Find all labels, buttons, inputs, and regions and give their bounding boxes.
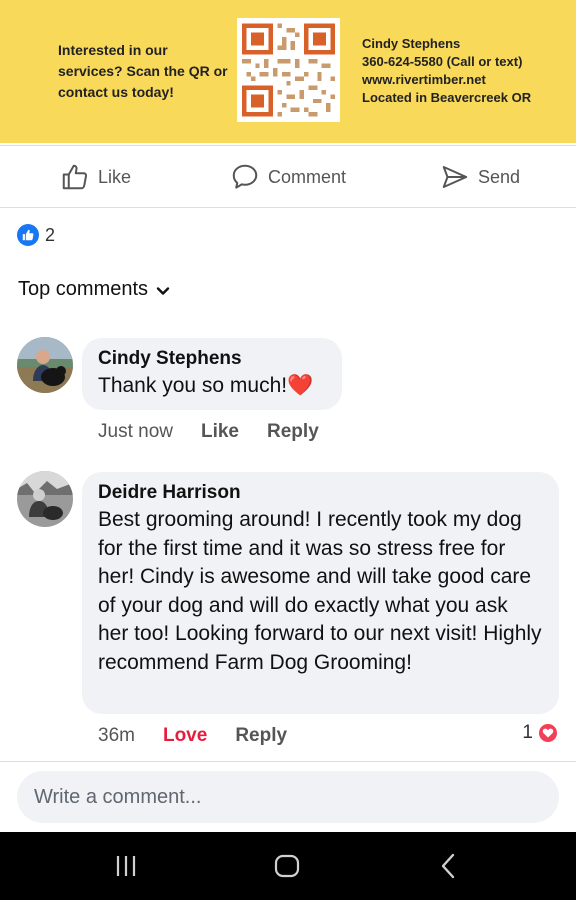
avatar[interactable] <box>17 337 73 393</box>
comment-reply-button[interactable]: Reply <box>267 421 319 443</box>
qr-code <box>237 18 340 122</box>
comment-text: Thank you so much!❤️ <box>98 374 314 397</box>
comment-sort-label: Top comments <box>18 278 149 300</box>
banner-contact-location: Located in Beavercreek OR <box>362 90 532 105</box>
banner-cta-text: Interested in our services? Scan the QR … <box>58 42 228 100</box>
banner-contact-website: www.rivertimber.net <box>362 72 486 87</box>
comment-meta: Just now Like Reply <box>98 421 319 443</box>
composer-divider <box>0 761 576 762</box>
comment-button[interactable]: Comment <box>230 146 346 208</box>
like-button[interactable]: Like <box>60 146 131 208</box>
heart-icon <box>537 722 559 744</box>
like-button-label: Like <box>98 166 132 187</box>
comment-meta: 36m Love Reply <box>98 725 287 747</box>
comment-icon <box>232 164 258 189</box>
comment-timestamp: Just now <box>98 421 173 442</box>
avatar[interactable] <box>17 471 73 527</box>
comment-like-button[interactable]: Like <box>201 421 239 443</box>
thumbs-up-icon <box>62 164 88 190</box>
nav-home-icon[interactable] <box>274 852 300 880</box>
comment-reaction-number: 1 <box>522 722 533 743</box>
comment-author[interactable]: Deidre Harrison <box>98 480 543 506</box>
comment-text: Best grooming around! I recently took my… <box>98 508 542 674</box>
comment-reply-button[interactable]: Reply <box>235 725 287 747</box>
post-action-bar: Like Comment Send <box>0 145 576 208</box>
banner-contact-name: Cindy Stephens <box>362 36 461 51</box>
nav-recents-icon[interactable] <box>114 852 138 880</box>
send-button-label: Send <box>478 166 521 187</box>
comment-bubble[interactable]: Cindy Stephens Thank you so much!❤️ <box>82 338 342 410</box>
nav-back-icon[interactable] <box>440 852 456 880</box>
banner-contact: Cindy Stephens 360-624-5580 (Call or tex… <box>362 35 562 107</box>
comment-input[interactable]: Write a comment... <box>17 771 559 823</box>
comment-timestamp: 36m <box>98 725 135 746</box>
comment-button-label: Comment <box>268 166 347 187</box>
comment-input-placeholder: Write a comment... <box>34 785 202 808</box>
like-reaction-icon <box>17 224 39 246</box>
comment-author[interactable]: Cindy Stephens <box>98 346 326 372</box>
comment-love-button[interactable]: Love <box>163 725 207 747</box>
banner-contact-phone: 360-624-5580 (Call or text) <box>362 54 523 69</box>
comment-bubble[interactable]: Deidre Harrison Best grooming around! I … <box>82 472 559 714</box>
send-button[interactable]: Send <box>440 146 520 208</box>
reaction-summary[interactable]: 2 <box>17 224 55 246</box>
comment-sort-dropdown[interactable]: Top comments <box>18 278 170 301</box>
send-icon <box>442 166 468 188</box>
system-nav-bar <box>0 832 576 900</box>
chevron-down-icon <box>156 286 170 295</box>
reaction-count: 2 <box>45 224 56 245</box>
comment-reaction-count[interactable]: 1 <box>522 722 559 744</box>
promo-banner[interactable]: Interested in our services? Scan the QR … <box>0 0 576 143</box>
